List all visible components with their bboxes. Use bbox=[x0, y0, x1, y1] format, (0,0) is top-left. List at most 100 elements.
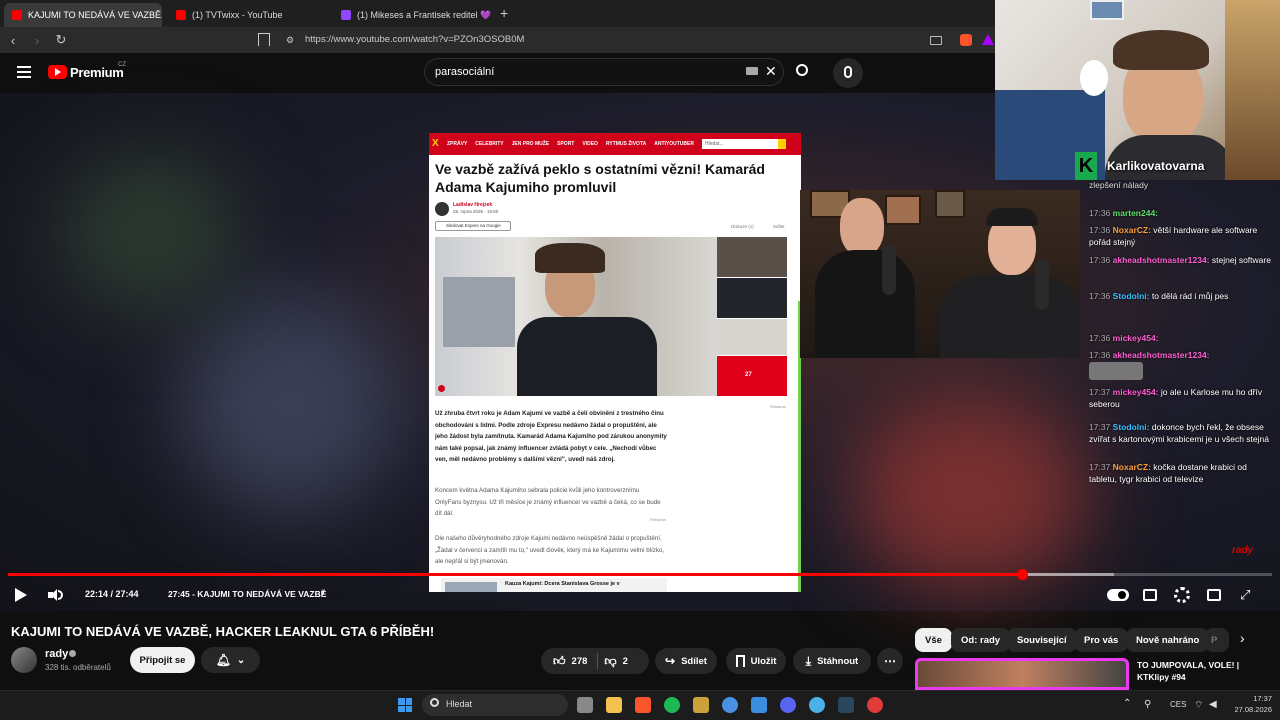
article-screenshot: ZPRÁVY CELEBRITY JEN PRO MUŽE SPORT VIDE… bbox=[429, 133, 801, 592]
rewards-icon[interactable] bbox=[982, 34, 994, 45]
tray-icon[interactable]: ⚲ bbox=[1144, 699, 1151, 710]
chip-related[interactable]: Související bbox=[1007, 628, 1077, 652]
speaker-icon[interactable]: ◀ bbox=[1209, 699, 1217, 710]
clock-time[interactable]: 17:37 bbox=[1222, 694, 1272, 703]
chip-for-you[interactable]: Pro vás bbox=[1074, 628, 1129, 652]
plush-toy bbox=[1080, 60, 1108, 96]
person-left-body bbox=[815, 250, 915, 358]
file-explorer-icon[interactable] bbox=[606, 697, 622, 713]
app-icon[interactable] bbox=[693, 697, 709, 713]
tab-label: KAJUMI TO NEDÁVÁ VE VAZBĚ, H bbox=[28, 10, 162, 20]
keyboard-icon[interactable] bbox=[746, 67, 758, 75]
app-icon[interactable] bbox=[867, 697, 883, 713]
tab-mikeses[interactable]: (1) Mikeses a Frantisek reditel 💜 - T bbox=[333, 3, 493, 27]
search-icon[interactable] bbox=[796, 64, 808, 76]
like-icon[interactable]: 👍︎ bbox=[553, 654, 566, 669]
chip-recently-uploaded[interactable]: Nově nahráno bbox=[1126, 628, 1210, 652]
chat-message: 17:36 marten244: bbox=[1089, 208, 1159, 218]
autoplay-toggle[interactable] bbox=[1107, 589, 1129, 601]
miniplayer-icon[interactable] bbox=[1207, 589, 1221, 601]
scrubber-handle[interactable] bbox=[1016, 569, 1028, 580]
dislike-icon[interactable]: 👎︎ bbox=[604, 654, 616, 669]
notepad-icon[interactable] bbox=[751, 697, 767, 713]
clock-date[interactable]: 27.08.2026 bbox=[1222, 705, 1272, 714]
brave-browser-icon[interactable] bbox=[635, 697, 651, 713]
forward-icon[interactable]: › bbox=[26, 29, 48, 51]
progress-played bbox=[8, 573, 1022, 576]
dislike-count[interactable]: 2 bbox=[623, 656, 628, 667]
podcast-webcam bbox=[800, 190, 1080, 358]
channel-avatar[interactable] bbox=[11, 647, 37, 673]
tray-expand-icon[interactable]: ⌃ bbox=[1123, 698, 1131, 709]
stream-channel-name: Karlikovatovarna bbox=[1107, 159, 1205, 173]
back-icon[interactable]: ‹ bbox=[2, 29, 24, 51]
clear-search-icon[interactable]: ✕ bbox=[765, 63, 777, 80]
bookmark-icon[interactable] bbox=[258, 33, 270, 46]
thumb-3 bbox=[717, 319, 787, 355]
related-article: Kauza Kajumi: Dcera Stanislava Grosse je… bbox=[441, 578, 667, 592]
twitch-favicon-icon bbox=[341, 10, 351, 20]
chat-message: 17:37 NoxarCZ: kočka dostane krabici od … bbox=[1089, 462, 1247, 484]
more-actions-icon[interactable]: ⋯ bbox=[877, 648, 903, 674]
recommended-thumbnail[interactable] bbox=[915, 658, 1129, 690]
premium-logo-text[interactable]: Premium bbox=[70, 65, 124, 80]
expres-logo-icon: X bbox=[432, 138, 439, 149]
join-button[interactable]: Připojit se bbox=[130, 647, 195, 673]
chip-from-channel[interactable]: Od: rady bbox=[951, 628, 1011, 652]
subscriber-count: 328 tis. odběratelů bbox=[45, 663, 111, 672]
task-view-icon[interactable] bbox=[577, 697, 593, 713]
start-icon[interactable] bbox=[398, 698, 412, 712]
network-icon[interactable]: ⌔ bbox=[1194, 699, 1203, 712]
steam-icon[interactable] bbox=[838, 697, 854, 713]
photo-badge-icon bbox=[438, 385, 445, 392]
play-icon[interactable] bbox=[15, 588, 27, 602]
person-left-face bbox=[840, 198, 884, 256]
chip-more[interactable]: P bbox=[1205, 628, 1229, 652]
corner-watermark: rady bbox=[1232, 545, 1254, 556]
youtube-logo-icon[interactable] bbox=[48, 65, 67, 79]
follow-button: Sledovat Expres na Google bbox=[435, 221, 511, 231]
spotify-icon[interactable] bbox=[664, 697, 680, 713]
taskbar-search[interactable]: Hledat bbox=[422, 694, 568, 716]
author-avatar bbox=[435, 202, 449, 216]
tab-kajumi[interactable]: KAJUMI TO NEDÁVÁ VE VAZBĚ, H ✕ bbox=[4, 3, 162, 27]
fullscreen-icon[interactable]: ⤢ bbox=[1240, 587, 1250, 603]
channel-name[interactable]: rady bbox=[45, 648, 68, 660]
chat-message: 17:36 akheadshotmaster1234: stejnej soft… bbox=[1089, 255, 1271, 265]
like-count[interactable]: 278 bbox=[572, 656, 588, 667]
volume-icon[interactable] bbox=[48, 589, 63, 601]
article-main-photo bbox=[435, 237, 717, 396]
download-icon: ⤓ bbox=[805, 653, 812, 668]
chip-all[interactable]: Vše bbox=[915, 628, 952, 652]
download-button[interactable]: ⤓ Stáhnout bbox=[793, 648, 871, 674]
article-title: Ve vazbě zažívá peklo s ostatními vězni!… bbox=[435, 161, 765, 195]
streamer-webcam: K Karlikovatovarna bbox=[995, 0, 1280, 180]
brave-shield-icon[interactable] bbox=[960, 34, 972, 46]
reload-icon[interactable]: ↻ bbox=[50, 29, 72, 51]
chips-next-icon[interactable]: › bbox=[1240, 630, 1245, 646]
menu-icon[interactable] bbox=[17, 66, 31, 68]
url-field[interactable]: https://www.youtube.com/watch?v=PZOn3OSO… bbox=[305, 34, 524, 45]
tab-tvtwixx[interactable]: (1) TVTwixx - YouTube bbox=[168, 3, 328, 27]
chat-message: 17:37 Stodolni: dokonce bych řekl, že ob… bbox=[1089, 422, 1269, 444]
voice-search-button[interactable] bbox=[833, 58, 863, 88]
recommended-title[interactable]: TO JUMPOVALA, VOLE! | KTKlipy #94 bbox=[1137, 659, 1272, 683]
chapter-title[interactable]: 27:45 - KAJUMI TO NEDÁVÁ VE VAZBĚ bbox=[168, 589, 326, 599]
new-tab-icon[interactable]: + bbox=[500, 5, 508, 21]
settings-icon[interactable] bbox=[1174, 587, 1190, 603]
share-button[interactable]: ↪ Sdílet bbox=[655, 648, 717, 674]
screen-cast-icon[interactable] bbox=[930, 36, 942, 45]
tab-label: (1) Mikeses a Frantisek reditel 💜 - T bbox=[357, 9, 493, 20]
subscribe-bell-button[interactable]: 🔔︎ ⌄ bbox=[201, 647, 260, 673]
app-icon[interactable] bbox=[722, 697, 738, 713]
save-button[interactable]: Uložit bbox=[726, 648, 786, 674]
subtitles-icon[interactable] bbox=[1143, 589, 1157, 601]
streamer-shirt bbox=[1105, 135, 1235, 180]
chapter-chevron-icon[interactable]: › bbox=[321, 587, 325, 599]
discord-icon[interactable] bbox=[780, 697, 796, 713]
search-input[interactable]: parasociální bbox=[435, 66, 494, 78]
language-indicator[interactable]: CES bbox=[1170, 700, 1186, 709]
address-bar: ‹ › ↻ ⚙ https://www.youtube.com/watch?v=… bbox=[0, 27, 995, 53]
app-icon[interactable] bbox=[809, 697, 825, 713]
site-info-icon[interactable]: ⚙ bbox=[286, 35, 294, 46]
